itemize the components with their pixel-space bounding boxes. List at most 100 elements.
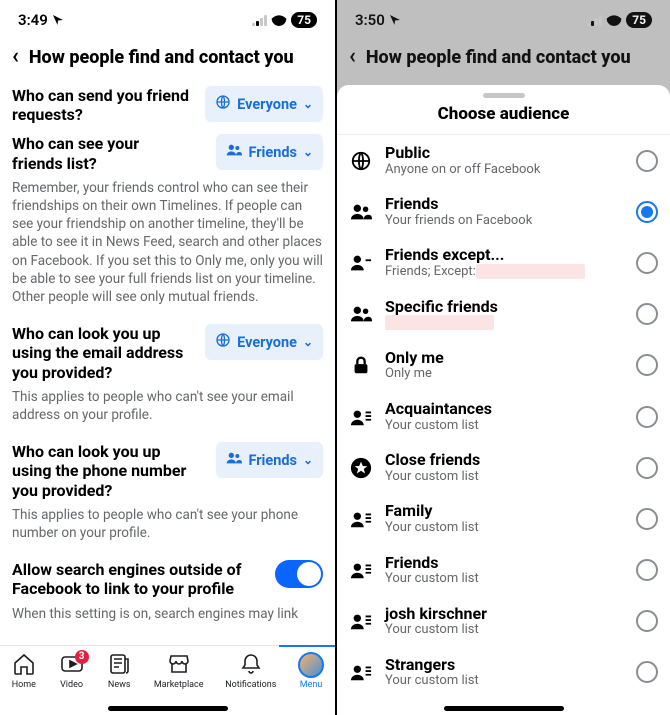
- radio-button[interactable]: [636, 252, 658, 274]
- nav-label: Notifications: [225, 680, 276, 690]
- setting-description: This applies to people who can't see you…: [12, 384, 323, 434]
- radio-button[interactable]: [636, 508, 658, 530]
- radio-button[interactable]: [636, 201, 658, 223]
- audience-option[interactable]: Close friends Your custom list: [337, 442, 670, 493]
- audience-value: Everyone: [237, 334, 297, 351]
- option-subtitle: Anyone on or off Facebook: [385, 162, 624, 178]
- option-subtitle: Friends; Except:redacted redacted: [385, 264, 624, 280]
- page-title: How people find and contact you: [29, 47, 294, 68]
- setting-label: Who can look you up using the email addr…: [12, 324, 192, 382]
- location-icon: [389, 14, 401, 26]
- radio-button[interactable]: [636, 610, 658, 632]
- option-subtitle: Your friends on Facebook: [385, 213, 624, 229]
- option-name: Friends except...: [385, 246, 624, 264]
- option-name: Friends: [385, 195, 624, 213]
- audience-option[interactable]: Specific friends redacted redacted: [337, 289, 670, 340]
- audience-value: Friends: [248, 452, 297, 469]
- option-subtitle: Your custom list: [385, 418, 624, 434]
- bottom-nav: Home 3 Video News Marketplace Notificati…: [0, 645, 335, 715]
- globe-icon: [215, 94, 231, 114]
- setting-description: This applies to people who can't see you…: [12, 502, 323, 552]
- audience-value: Everyone: [237, 96, 297, 113]
- home-icon: [12, 652, 36, 679]
- back-button[interactable]: ‹: [349, 46, 356, 68]
- audience-option[interactable]: Public Anyone on or off Facebook: [337, 135, 670, 186]
- audience-option[interactable]: Friends except... Friends; Except:redact…: [337, 237, 670, 288]
- nav-label: Menu: [300, 680, 323, 690]
- sheet-grabber[interactable]: [483, 93, 525, 98]
- nav-menu[interactable]: Menu: [298, 652, 324, 690]
- audience-option[interactable]: Acquaintances Your custom list: [337, 391, 670, 442]
- status-bar: 3:50 75: [337, 0, 670, 40]
- location-icon: [52, 14, 64, 26]
- battery-indicator: 75: [291, 12, 317, 28]
- page-title: How people find and contact you: [366, 47, 631, 68]
- radio-button[interactable]: [636, 661, 658, 683]
- option-name: Specific friends: [385, 298, 624, 316]
- radio-button[interactable]: [636, 559, 658, 581]
- radio-button[interactable]: [636, 457, 658, 479]
- cell-signal-icon: [252, 14, 267, 26]
- chevron-down-icon: ⌄: [303, 145, 313, 159]
- option-name: Friends: [385, 554, 624, 572]
- audience-option[interactable]: josh kirschner Your custom list: [337, 596, 670, 647]
- audience-selector[interactable]: Everyone ⌄: [205, 324, 323, 360]
- audience-option[interactable]: Only me Only me: [337, 340, 670, 391]
- setting-label: Who can look you up using the phone numb…: [12, 442, 192, 500]
- audience-selector[interactable]: Friends ⌄: [216, 442, 323, 478]
- chevron-down-icon: ⌄: [303, 335, 313, 349]
- battery-indicator: 75: [626, 12, 652, 28]
- lock-icon: [349, 354, 373, 376]
- list-icon: [349, 661, 373, 683]
- list-icon: [349, 559, 373, 581]
- setting-row: Who can see your friends list? Friends ⌄: [12, 126, 323, 174]
- audience-sheet[interactable]: Choose audience Public Anyone on or off …: [337, 85, 670, 715]
- friends-icon: [226, 450, 242, 470]
- home-indicator: [444, 706, 564, 711]
- audience-option[interactable]: Friends Your friends on Facebook: [337, 186, 670, 237]
- status-time: 3:49: [18, 11, 64, 29]
- audience-option[interactable]: Family Your custom list: [337, 493, 670, 544]
- search-engine-toggle[interactable]: [275, 560, 323, 588]
- audience-selector[interactable]: Friends ⌄: [216, 134, 323, 170]
- avatar: [298, 652, 324, 678]
- page-header: ‹ How people find and contact you: [337, 40, 670, 78]
- wifi-icon: [606, 14, 622, 26]
- nav-marketplace[interactable]: Marketplace: [154, 652, 204, 690]
- sheet-title: Choose audience: [337, 104, 670, 135]
- list-icon: [349, 406, 373, 428]
- status-time: 3:50: [355, 11, 401, 29]
- audience-option[interactable]: Friends Your custom list: [337, 545, 670, 596]
- audience-value: Friends: [248, 144, 297, 161]
- radio-button[interactable]: [636, 354, 658, 376]
- nav-video[interactable]: 3 Video: [59, 652, 85, 690]
- back-button[interactable]: ‹: [12, 46, 19, 68]
- cell-signal-icon: [587, 14, 602, 26]
- radio-button[interactable]: [636, 303, 658, 325]
- setting-row: Who can send you friend requests? Everyo…: [12, 78, 323, 126]
- nav-home[interactable]: Home: [11, 652, 37, 690]
- nav-label: Video: [60, 680, 83, 690]
- friends-icon: [226, 142, 242, 162]
- chevron-down-icon: ⌄: [303, 453, 313, 467]
- news-icon: [107, 652, 131, 679]
- audience-picker-screen: 3:50 75 ‹ How people find and contact yo…: [335, 0, 670, 715]
- option-subtitle: Your custom list: [385, 673, 624, 689]
- nav-label: News: [108, 680, 131, 690]
- audience-selector[interactable]: Everyone ⌄: [205, 86, 323, 122]
- friends-icon: [349, 201, 373, 223]
- nav-notifications[interactable]: Notifications: [225, 652, 276, 690]
- nav-label: Home: [12, 680, 36, 690]
- setting-row: Who can look you up using the email addr…: [12, 316, 323, 384]
- list-icon: [349, 508, 373, 530]
- radio-button[interactable]: [636, 406, 658, 428]
- setting-row: Allow search engines outside of Facebook…: [12, 552, 323, 600]
- status-bar: 3:49 75: [0, 0, 335, 40]
- nav-news[interactable]: News: [106, 652, 132, 690]
- audience-option[interactable]: Strangers Your custom list: [337, 647, 670, 698]
- friendsx-icon: [349, 252, 373, 274]
- marketplace-icon: [167, 652, 191, 679]
- option-name: Strangers: [385, 656, 624, 674]
- radio-button[interactable]: [636, 150, 658, 172]
- option-name: Only me: [385, 349, 624, 367]
